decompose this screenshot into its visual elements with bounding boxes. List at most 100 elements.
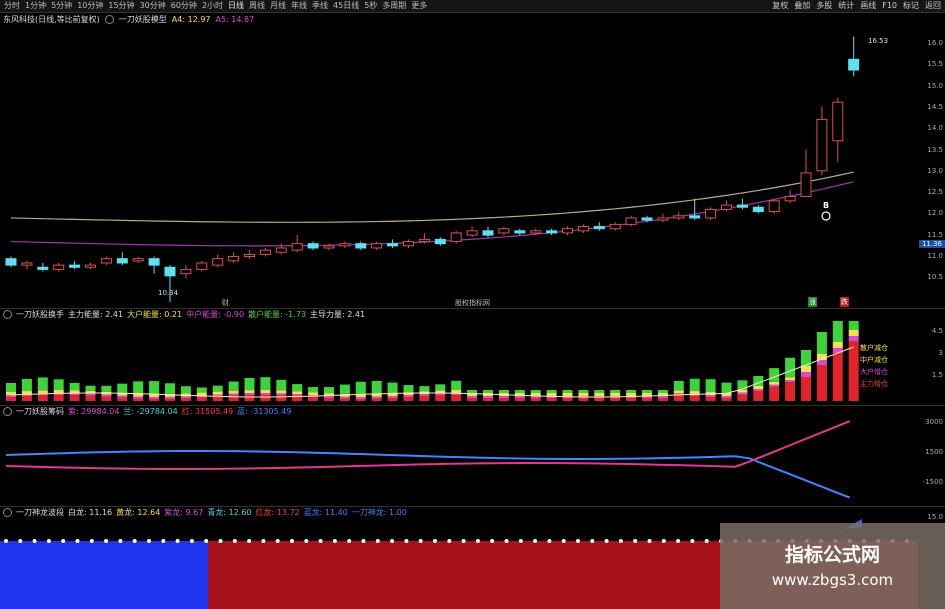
candlestick-chart[interactable]: [0, 25, 918, 308]
energy-bar: [451, 390, 462, 394]
energy-bar: [196, 392, 207, 396]
indicator-settings-icon[interactable]: [3, 407, 12, 416]
period-tab[interactable]: 45日线: [333, 0, 359, 12]
band-dot: [232, 539, 237, 543]
energy-bar: [848, 321, 859, 330]
band-dot: [647, 539, 652, 543]
energy-bar: [642, 390, 652, 393]
indicator-settings-icon[interactable]: [104, 14, 114, 24]
tool-button[interactable]: 复权: [772, 0, 788, 12]
main-title-bar: 东风科技(日线,等比前复权) 一刀妖股模型 A4: 12.97 A5: 14.8…: [3, 13, 254, 25]
period-tab[interactable]: 季线: [312, 0, 328, 12]
indicator-name[interactable]: 一刀妖股模型: [119, 14, 167, 25]
candle-body: [228, 256, 240, 262]
energy-bar: [165, 383, 175, 394]
energy-bar: [816, 332, 827, 354]
band-dot: [347, 539, 352, 543]
energy-bar: [769, 384, 780, 387]
indicator-settings-icon[interactable]: [3, 508, 12, 517]
energy-bar: [228, 390, 239, 394]
candle-body: [100, 258, 112, 264]
energy-bar: [642, 398, 652, 401]
energy-tag: 主力增仓: [860, 380, 888, 388]
energy-bar: [530, 390, 541, 393]
candle-body: [498, 228, 510, 234]
band-dot: [175, 539, 180, 543]
energy-bar: [85, 385, 96, 391]
tool-button[interactable]: 画线: [860, 0, 876, 12]
energy-bar: [403, 385, 414, 393]
energy-bar: [483, 396, 493, 398]
band-dot: [461, 539, 466, 543]
period-tab[interactable]: 5分钟: [51, 0, 72, 12]
period-tab[interactable]: 多周期: [382, 0, 406, 12]
period-tab[interactable]: 周线: [249, 0, 265, 12]
stock-title[interactable]: 东风科技(日线,等比前复权): [3, 14, 100, 25]
axis-tick: 12.5: [927, 188, 943, 197]
band-dot: [561, 539, 566, 543]
period-tab[interactable]: 2小时: [202, 0, 223, 12]
energy-bar: [228, 381, 239, 391]
period-tab[interactable]: 30分钟: [140, 0, 166, 12]
tool-button[interactable]: F10: [882, 0, 897, 12]
watermark: 指标公式网 www.zbgs3.com: [720, 523, 945, 609]
period-tab[interactable]: 60分钟: [171, 0, 197, 12]
band-dot: [504, 539, 509, 543]
indicator-name[interactable]: 一刀神龙波段: [16, 507, 64, 518]
period-tab[interactable]: 10分钟: [77, 0, 103, 12]
panel3-header: 一刀神龙波段 白龙: 11.16 黄龙: 12.64 紫龙: 9.67 青龙: 12.6…: [3, 507, 407, 518]
candle-body: [482, 230, 494, 236]
panel2-header: 一刀妖股筹码 紫: 29984.04 兰: -29784.04 红: 31505.49…: [3, 406, 291, 417]
period-tab[interactable]: 更多: [411, 0, 427, 12]
period-tab[interactable]: 5秒: [364, 0, 377, 12]
energy-bar: [21, 391, 32, 395]
band-dot: [18, 539, 23, 543]
candle-body: [784, 196, 796, 202]
energy-bar: [292, 384, 303, 392]
period-tab[interactable]: 日线: [228, 0, 244, 12]
band-dot: [490, 539, 495, 543]
period-tab[interactable]: 年线: [291, 0, 307, 12]
indicator-name[interactable]: 一刀妖股筹码: [16, 406, 64, 417]
energy-bar: [260, 390, 271, 394]
energy-bar: [451, 395, 462, 401]
period-tab[interactable]: 1分钟: [25, 0, 46, 12]
tool-button[interactable]: 叠加: [794, 0, 810, 12]
energy-bar: [848, 341, 859, 401]
band-dot: [304, 539, 309, 543]
indicator-settings-icon[interactable]: [3, 310, 12, 319]
tool-button[interactable]: 统计: [838, 0, 854, 12]
band-dot: [361, 539, 366, 543]
band-dot: [475, 539, 480, 543]
tool-button[interactable]: 多股: [816, 0, 832, 12]
period-tab[interactable]: 15分钟: [108, 0, 134, 12]
chip-chart[interactable]: [0, 418, 918, 506]
chip-line-blue: [5, 450, 851, 499]
indicator-value: 红: 31505.49: [181, 407, 234, 416]
tool-button[interactable]: 返回: [925, 0, 941, 12]
watermark-title: 指标公式网: [784, 544, 880, 566]
band-dot: [433, 539, 437, 543]
period-tab[interactable]: 月线: [270, 0, 286, 12]
candle-body: [832, 101, 844, 142]
band-dot: [661, 539, 666, 543]
energy-bar: [276, 393, 287, 396]
energy-bar: [657, 390, 668, 393]
axis-tick: 11.5: [927, 230, 943, 239]
energy-bar: [260, 395, 271, 401]
candle-body: [132, 258, 144, 262]
panel1-axis: 4.5 3 1.5: [918, 321, 945, 405]
watermark-url: www.zbgs3.com: [771, 571, 894, 589]
energy-bar: [435, 393, 446, 396]
energy-bar: [355, 396, 366, 399]
candle-body: [244, 253, 255, 258]
band-dot: [404, 539, 409, 543]
candle-body: [466, 230, 478, 236]
energy-bar: [196, 397, 207, 401]
band-dot: [676, 539, 681, 543]
indicator-value: 白龙: 11.16: [68, 508, 113, 517]
volume-energy-chart[interactable]: [0, 321, 918, 405]
indicator-name[interactable]: 一刀妖股换手: [16, 309, 64, 320]
tool-button[interactable]: 标记: [903, 0, 919, 12]
period-tab[interactable]: 分时: [4, 0, 20, 12]
